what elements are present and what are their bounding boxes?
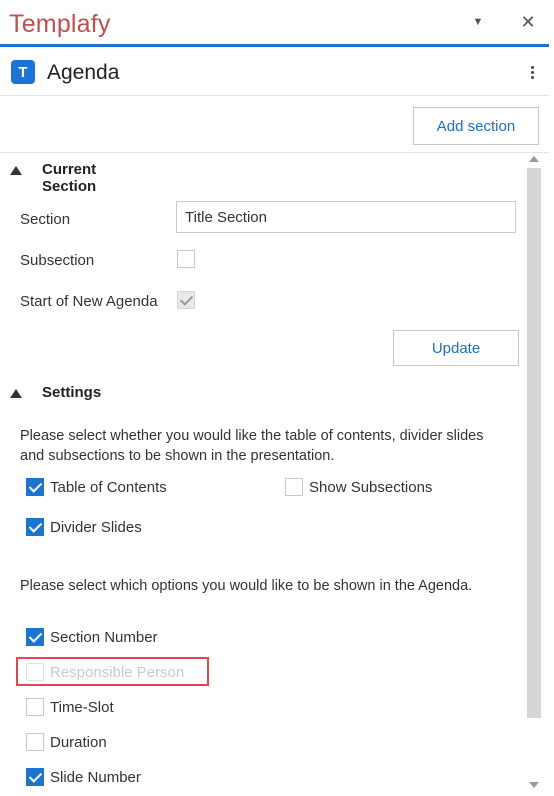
section-label: Section <box>20 211 71 228</box>
divider-slides-label: Divider Slides <box>50 519 142 536</box>
app-title: Templafy <box>9 10 111 38</box>
section-input[interactable]: Title Section <box>176 201 516 233</box>
more-options-icon[interactable] <box>524 60 540 84</box>
show-subsections-label: Show Subsections <box>309 479 433 496</box>
collapse-triangle-icon[interactable] <box>10 166 22 175</box>
templafy-logo-icon: T <box>11 60 35 84</box>
page-title: Agenda <box>47 61 120 84</box>
close-icon[interactable]: ✕ <box>516 10 540 34</box>
vertical-scrollbar[interactable] <box>524 153 544 796</box>
options-intro-text: Please select which options you would li… <box>20 578 473 594</box>
collapse-triangle-icon[interactable] <box>10 389 22 398</box>
time-slot-label: Time-Slot <box>50 699 114 716</box>
dropdown-arrow-icon[interactable]: ▼ <box>466 10 490 34</box>
section-number-label: Section Number <box>50 629 158 646</box>
table-of-contents-checkbox[interactable] <box>26 478 44 496</box>
scroll-down-arrow-icon[interactable] <box>529 782 539 788</box>
duration-label: Duration <box>50 734 107 751</box>
section-number-checkbox[interactable] <box>26 628 44 646</box>
slide-number-label: Slide Number <box>50 769 141 786</box>
divider-slides-checkbox[interactable] <box>26 518 44 536</box>
panel-header: T Agenda <box>0 47 549 96</box>
settings-heading: Settings <box>42 384 102 401</box>
highlight-annotation <box>16 657 209 686</box>
content-scroll-area: Current Section Section Title Section Su… <box>0 153 549 796</box>
time-slot-checkbox[interactable] <box>26 698 44 716</box>
show-subsections-checkbox[interactable] <box>285 478 303 496</box>
scroll-up-arrow-icon[interactable] <box>529 156 539 162</box>
update-button[interactable]: Update <box>393 330 519 366</box>
add-section-button[interactable]: Add section <box>413 107 539 145</box>
subsection-checkbox[interactable] <box>177 250 195 268</box>
duration-checkbox[interactable] <box>26 733 44 751</box>
subsection-label: Subsection <box>20 252 95 269</box>
current-section-heading: Current Section <box>42 161 97 195</box>
slide-number-checkbox[interactable] <box>26 768 44 786</box>
table-of-contents-label: Table of Contents <box>50 479 167 496</box>
start-of-new-agenda-checkbox <box>177 291 195 309</box>
start-of-new-agenda-label: Start of New Agenda <box>20 293 158 310</box>
scrollbar-thumb[interactable] <box>527 168 541 718</box>
window-titlebar: Templafy ▼ ✕ <box>0 0 554 44</box>
settings-intro-text: Please select whether you would like the… <box>20 428 484 464</box>
